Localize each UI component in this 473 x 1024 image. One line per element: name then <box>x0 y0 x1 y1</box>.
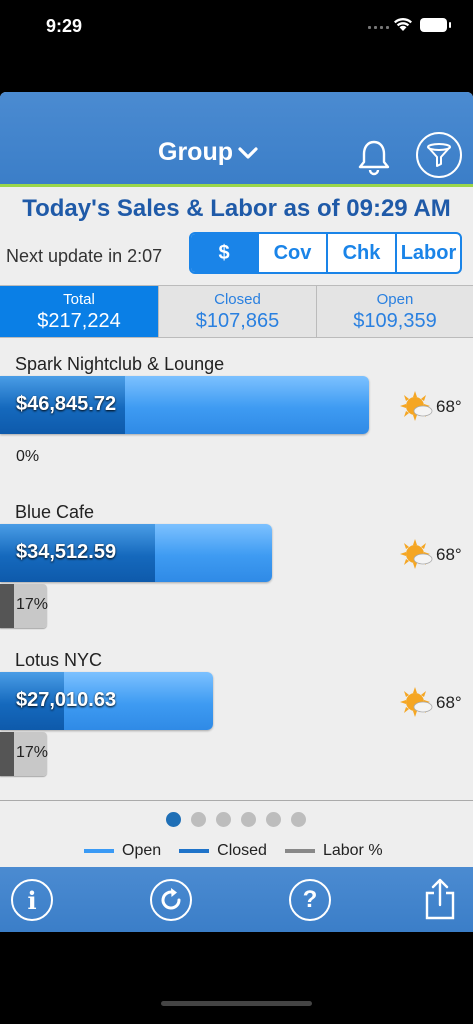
segment-labor[interactable]: Labor <box>395 234 460 272</box>
segment-covers[interactable]: Cov <box>257 234 326 272</box>
refresh-icon <box>161 888 181 910</box>
legend-open: Open <box>84 842 161 860</box>
legend-swatch <box>284 849 315 853</box>
status-time: 9:29 <box>46 16 83 36</box>
legend-label: Open <box>122 842 162 859</box>
total-label: Total <box>63 290 95 308</box>
chevron-down-icon <box>238 146 258 159</box>
battery-icon <box>420 18 451 32</box>
page-dot[interactable] <box>241 812 256 827</box>
total-value: $217,224 <box>37 309 121 332</box>
closed-value: $107,865 <box>195 309 280 332</box>
app-window: Group Today's Sales & Labor as of 09:29 … <box>0 92 473 932</box>
open-value: $109,359 <box>353 309 437 332</box>
signal-icon <box>368 26 389 29</box>
labor-percent: 17% <box>16 596 49 613</box>
legend-labor: Labor % <box>284 842 383 860</box>
page-dot[interactable] <box>166 812 181 827</box>
partly-sunny-icon <box>400 539 433 569</box>
wifi-icon <box>394 17 412 31</box>
location-row[interactable]: Spark Nightclub & Lounge $46,845.72 68° … <box>0 338 473 486</box>
weather: 68° <box>400 686 462 720</box>
tab-closed[interactable]: Closed $107,865 <box>158 286 316 337</box>
location-row[interactable]: Blue Cafe $34,512.59 68° 17% <box>0 486 473 634</box>
partly-sunny-icon <box>400 687 433 717</box>
legend-label: Labor % <box>322 842 383 859</box>
location-row[interactable]: Lotus NYC $27,010.63 68° 17% <box>0 634 473 782</box>
sales-bar: $27,010.63 <box>0 672 213 730</box>
tab-open[interactable]: Open $109,359 <box>316 286 473 337</box>
info-icon: i <box>27 885 37 915</box>
weather: 68° <box>400 538 462 572</box>
page-headline: Today's Sales & Labor as of 09:29 AM <box>22 195 451 222</box>
metric-segmented-control: $ Cov Chk Labor <box>189 232 462 274</box>
home-indicator <box>161 1001 312 1006</box>
location-name: Lotus NYC <box>15 650 103 670</box>
closed-label: Closed <box>214 290 261 308</box>
status-bar: 9:29 <box>0 0 473 60</box>
legend-label: Closed <box>217 842 267 859</box>
temperature: 68° <box>436 397 462 416</box>
open-label: Open <box>376 290 414 308</box>
legend-swatch <box>179 849 210 853</box>
filter-icon <box>427 143 451 167</box>
page-dot[interactable] <box>291 812 306 827</box>
group-title: Group <box>158 138 233 166</box>
segment-checks[interactable]: Chk <box>326 234 395 272</box>
page-indicator[interactable] <box>166 812 306 827</box>
next-update-text: Next update in 2:07 <box>6 246 163 266</box>
chart-legend: Open Closed Labor % <box>84 842 383 860</box>
location-list[interactable]: Spark Nightclub & Lounge $46,845.72 68° … <box>0 338 473 800</box>
labor-percent: 0% <box>16 448 40 465</box>
page-dot[interactable] <box>216 812 231 827</box>
location-name: Blue Cafe <box>15 502 95 522</box>
weather: 68° <box>400 390 462 424</box>
temperature: 68° <box>436 545 462 564</box>
bottom-toolbar: i ? <box>0 867 473 932</box>
tab-total[interactable]: Total $217,224 <box>0 286 158 337</box>
page-dot[interactable] <box>191 812 206 827</box>
sales-amount: $46,845.72 <box>16 393 117 415</box>
segment-dollars[interactable]: $ <box>191 234 257 272</box>
location-name: Spark Nightclub & Lounge <box>15 354 225 374</box>
group-selector[interactable]: Group <box>158 138 259 167</box>
sales-bar: $46,845.72 <box>0 376 369 434</box>
list-divider <box>0 800 473 801</box>
bell-icon[interactable] <box>356 138 392 176</box>
sales-amount: $34,512.59 <box>16 541 117 563</box>
question-icon: ? <box>302 886 318 913</box>
refresh-button[interactable] <box>150 879 192 921</box>
labor-percent: 17% <box>16 744 49 761</box>
sales-amount: $27,010.63 <box>16 689 117 711</box>
sales-bar: $34,512.59 <box>0 524 272 582</box>
top-nav-bar: Group <box>0 92 473 187</box>
temperature: 68° <box>436 693 462 712</box>
totals-tabs: Total $217,224 Closed $107,865 Open $109… <box>0 285 473 338</box>
page-dot[interactable] <box>266 812 281 827</box>
partly-sunny-icon <box>400 391 433 421</box>
share-icon[interactable] <box>423 877 457 921</box>
info-button[interactable]: i <box>11 879 53 921</box>
legend-closed: Closed <box>179 842 267 860</box>
help-button[interactable]: ? <box>289 879 331 921</box>
filter-button[interactable] <box>416 132 462 178</box>
legend-swatch <box>84 849 114 853</box>
